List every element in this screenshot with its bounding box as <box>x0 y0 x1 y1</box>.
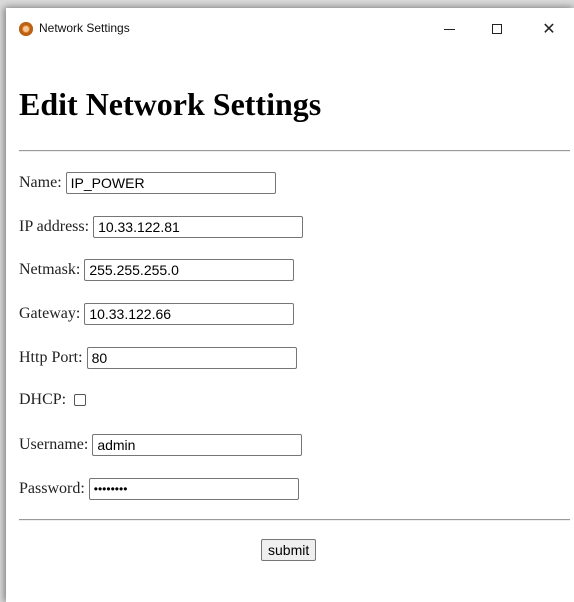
username-input[interactable]: admin <box>92 434 303 456</box>
ip-address-input[interactable]: 10.33.122.81 <box>93 216 304 238</box>
top-divider <box>19 150 570 152</box>
password-input[interactable]: •••••••• <box>88 478 299 500</box>
ip-address-label: IP address: <box>19 218 90 235</box>
title-bar[interactable]: Network Settings ✕ <box>6 8 574 50</box>
http-port-row: Http Port: 80 <box>19 347 297 369</box>
page-title: Edit Network Settings <box>19 86 322 122</box>
gateway-input[interactable]: 10.33.122.66 <box>84 303 295 325</box>
name-row: Name: IP_POWER <box>19 172 276 194</box>
minimize-button[interactable] <box>426 8 472 50</box>
page-content: Edit Network Settings Name: IP_POWER IP … <box>6 50 574 602</box>
password-row: Password: •••••••• <box>19 478 299 500</box>
close-button[interactable]: ✕ <box>526 8 572 50</box>
gateway-row: Gateway: 10.33.122.66 <box>19 303 295 325</box>
window-title: Network Settings <box>39 21 130 35</box>
bottom-divider <box>19 519 570 521</box>
username-row: Username: admin <box>19 434 303 456</box>
app-icon <box>19 22 33 36</box>
http-port-input[interactable]: 80 <box>86 347 297 369</box>
gateway-label: Gateway: <box>19 305 81 322</box>
dhcp-label: DHCP: <box>19 391 67 408</box>
ip-address-row: IP address: 10.33.122.81 <box>19 216 304 238</box>
maximize-icon <box>492 24 502 34</box>
name-input[interactable]: IP_POWER <box>65 172 276 194</box>
minimize-icon <box>443 28 455 30</box>
username-label: Username: <box>19 436 89 453</box>
maximize-button[interactable] <box>474 8 520 50</box>
dhcp-row: DHCP: <box>19 391 87 409</box>
password-label: Password: <box>19 480 85 497</box>
netmask-label: Netmask: <box>19 261 81 278</box>
submit-button[interactable]: submit <box>261 539 317 561</box>
netmask-input[interactable]: 255.255.255.0 <box>84 259 295 281</box>
app-window: Network Settings ✕ Edit Network Settings… <box>6 8 574 602</box>
name-label: Name: <box>19 174 62 191</box>
netmask-row: Netmask: 255.255.255.0 <box>19 259 295 281</box>
close-icon: ✕ <box>542 19 556 38</box>
http-port-label: Http Port: <box>19 349 83 366</box>
dhcp-checkbox[interactable] <box>74 394 87 406</box>
